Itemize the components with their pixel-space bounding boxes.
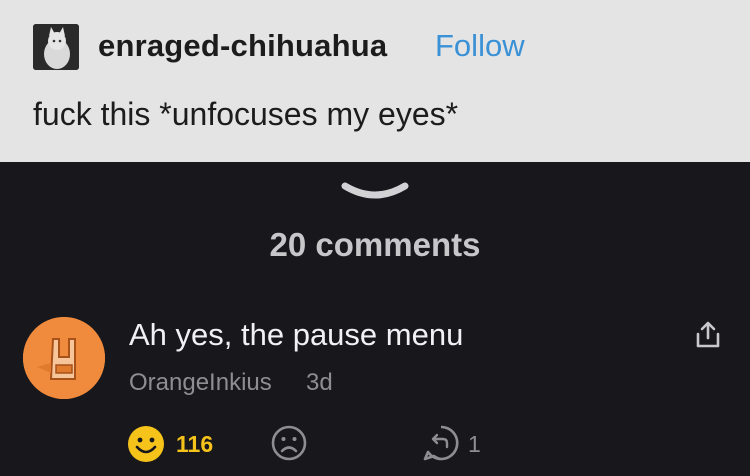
comments-section: 20 comments Ah yes, the pause menu Orang… [0, 162, 750, 476]
follow-button[interactable]: Follow [435, 28, 525, 64]
cat-avatar-image [33, 24, 79, 70]
chevron-down-icon[interactable] [340, 180, 410, 202]
comment-author-avatar[interactable] [23, 317, 105, 399]
sad-face-icon[interactable] [270, 424, 308, 462]
post-text: fuck this *unfocuses my eyes* [33, 96, 459, 132]
comment-author[interactable]: OrangeInkius [129, 369, 272, 397]
post-author-avatar[interactable] [33, 24, 79, 70]
orange-avatar-image [23, 317, 105, 399]
like-count: 116 [176, 431, 214, 457]
smile-icon[interactable] [127, 425, 165, 463]
reply-count: 1 [468, 431, 481, 457]
share-icon[interactable] [693, 320, 723, 350]
comment-text: Ah yes, the pause menu [129, 317, 464, 352]
reply-icon[interactable] [422, 424, 460, 462]
post-card: enraged-chihuahua Follow fuck this *unfo… [0, 0, 750, 162]
post-username[interactable]: enraged-chihuahua [98, 28, 387, 64]
comments-count: 20 comments [269, 226, 481, 263]
comment-timestamp: 3d [306, 369, 333, 396]
